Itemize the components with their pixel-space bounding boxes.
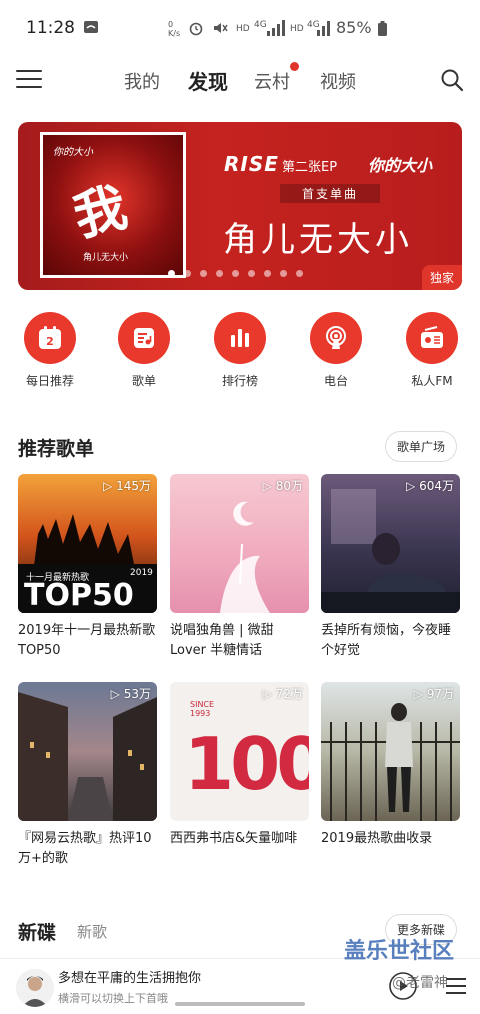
playlist-title: 西西弗书店&矢量咖啡 — [170, 831, 298, 846]
mute-icon — [212, 20, 228, 40]
playlist-card[interactable]: ▷ 80万 说唱独角兽 | 微甜Lover 半糖情话 — [170, 474, 309, 661]
radio-icon — [310, 312, 362, 364]
playlist-cover: 十一月最新热歌 2019 TOP50 ▷ 145万 — [18, 474, 157, 613]
banner-carousel[interactable]: 你的大小 我 角儿无大小 RISE 第二张EP 你的大小 首支单曲 角儿无大小 … — [18, 122, 462, 290]
hd-label-2: HD — [290, 24, 304, 34]
playlist-card[interactable]: ▷ 97万 2019最热歌曲收录 — [321, 682, 460, 849]
new-songs-tab[interactable]: 新歌 — [77, 921, 107, 942]
daily-recommend-button[interactable]: 2 每日推荐 — [12, 312, 88, 389]
playlist-title: 『网易云热歌』热评10万+的歌 — [18, 831, 152, 866]
new-albums-tab[interactable]: 新碟 — [18, 918, 56, 945]
private-fm-button[interactable]: 私人FM — [394, 312, 470, 389]
cover-subtitle: 角儿无大小 — [83, 253, 129, 263]
play-count: ▷ 53万 — [110, 687, 151, 701]
battery-icon — [378, 21, 387, 40]
playlist-cover: SINCE 1993 100 ▷ 72万 — [170, 682, 309, 821]
banner-first-single: 首支单曲 — [280, 184, 381, 203]
carousel-dot[interactable] — [280, 270, 287, 277]
play-count: ▷ 97万 — [413, 687, 454, 701]
now-playing-hint: 横滑可以切换上下首哦 — [58, 992, 168, 1005]
carousel-dot[interactable] — [296, 270, 303, 277]
daily-recommend-label: 每日推荐 — [25, 374, 74, 388]
play-count: ▷ 145万 — [103, 479, 151, 493]
carousel-dot[interactable] — [200, 270, 207, 277]
menu-icon[interactable] — [16, 70, 42, 92]
playlist-card[interactable]: SINCE 1993 100 ▷ 72万 西西弗书店&矢量咖啡 — [170, 682, 309, 849]
banner-song-title: 角儿无大小 — [223, 220, 413, 260]
cover-text-top: 你的大小 — [53, 147, 93, 158]
playlist-title: 丢掉所有烦恼，今夜睡个好觉 — [321, 623, 452, 658]
banner-ep-label: 第二张EP — [282, 160, 338, 175]
playlist-title: 2019年十一月最热新歌TOP50 — [18, 623, 156, 658]
tab-video[interactable]: 视频 — [320, 68, 356, 94]
playlist-cover: ▷ 97万 — [321, 682, 460, 821]
playlist-title: 说唱独角兽 | 微甜Lover 半糖情话 — [170, 623, 274, 658]
carousel-dot[interactable] — [168, 270, 175, 277]
calendar-day: 2 — [46, 335, 54, 348]
cover-100: 100 — [184, 722, 309, 806]
status-bar: 11:28 0 K/s HD 4G HD 4G 85% — [0, 0, 480, 58]
banner-album-cover: 你的大小 我 角儿无大小 — [40, 132, 186, 278]
ranking-button[interactable]: 排行榜 — [202, 312, 278, 389]
exclusive-badge: 独家 — [421, 265, 462, 290]
recommended-title: 推荐歌单 — [18, 438, 95, 460]
calendar-icon: 2 — [24, 312, 76, 364]
play-count: ▷ 72万 — [262, 687, 303, 701]
signal-icon-1 — [266, 20, 286, 40]
private-fm-label: 私人FM — [411, 374, 453, 388]
notification-dot — [290, 62, 299, 71]
playlist-cover: ▷ 53万 — [18, 682, 157, 821]
radio-label: 电台 — [323, 374, 348, 388]
status-time: 11:28 — [26, 18, 75, 38]
playlist-title: 2019最热歌曲收录 — [321, 831, 433, 846]
playlist-card[interactable]: ▷ 604万 丢掉所有烦恼，今夜睡个好觉 — [321, 474, 460, 661]
tab-mine[interactable]: 我的 — [124, 68, 160, 94]
tab-village[interactable]: 云村 — [254, 68, 290, 94]
watermark-community: 盖乐世社区 — [344, 939, 455, 964]
now-playing-cover — [16, 969, 54, 1007]
play-count: ▷ 604万 — [406, 479, 454, 493]
cover-top50: TOP50 — [24, 578, 134, 613]
banner-brand: RISE — [224, 152, 279, 176]
carousel-dot[interactable] — [184, 270, 191, 277]
fm-icon — [406, 312, 458, 364]
playlist-square-button[interactable]: 歌单广场 — [385, 431, 458, 462]
network-type-1: 4G — [254, 20, 267, 30]
search-icon[interactable] — [440, 68, 464, 92]
playlist-cover: ▷ 80万 — [170, 474, 309, 613]
network-speed: 0 K/s — [168, 20, 181, 38]
wifi-icon — [84, 21, 98, 36]
tab-discover[interactable]: 发现 — [188, 66, 228, 95]
playlist-card[interactable]: ▷ 53万 『网易云热歌』热评10万+的歌 — [18, 682, 157, 869]
playlist-button[interactable]: 歌单 — [106, 312, 182, 389]
ranking-label: 排行榜 — [221, 374, 258, 388]
carousel-dot[interactable] — [216, 270, 223, 277]
home-indicator — [175, 1002, 305, 1006]
carousel-dot[interactable] — [232, 270, 239, 277]
cover-year: 2019 — [130, 568, 153, 578]
carousel-indicator — [168, 270, 303, 277]
alarm-icon — [188, 20, 204, 40]
playlist-label: 歌单 — [131, 374, 156, 388]
carousel-dot[interactable] — [264, 270, 271, 277]
now-playing-title: 多想在平庸的生活拥抱你 — [58, 971, 202, 986]
radio-button[interactable]: 电台 — [298, 312, 374, 389]
carousel-dot[interactable] — [248, 270, 255, 277]
ranking-icon — [214, 312, 266, 364]
playlist-card[interactable]: 十一月最新热歌 2019 TOP50 ▷ 145万 2019年十一月最热新歌TO… — [18, 474, 157, 661]
banner-ep-name: 你的大小 — [368, 156, 433, 175]
signal-icon-2 — [316, 20, 332, 40]
watermark-author: @老雷神 — [392, 975, 448, 991]
play-count: ▷ 80万 — [262, 479, 303, 493]
hd-label-1: HD — [236, 24, 250, 34]
cover-big-char: 我 — [67, 177, 133, 249]
playlist-cover: ▷ 604万 — [321, 474, 460, 613]
cover-since: SINCE 1993 — [190, 700, 215, 718]
battery-level: 85% — [336, 18, 372, 37]
playlist-icon — [118, 312, 170, 364]
